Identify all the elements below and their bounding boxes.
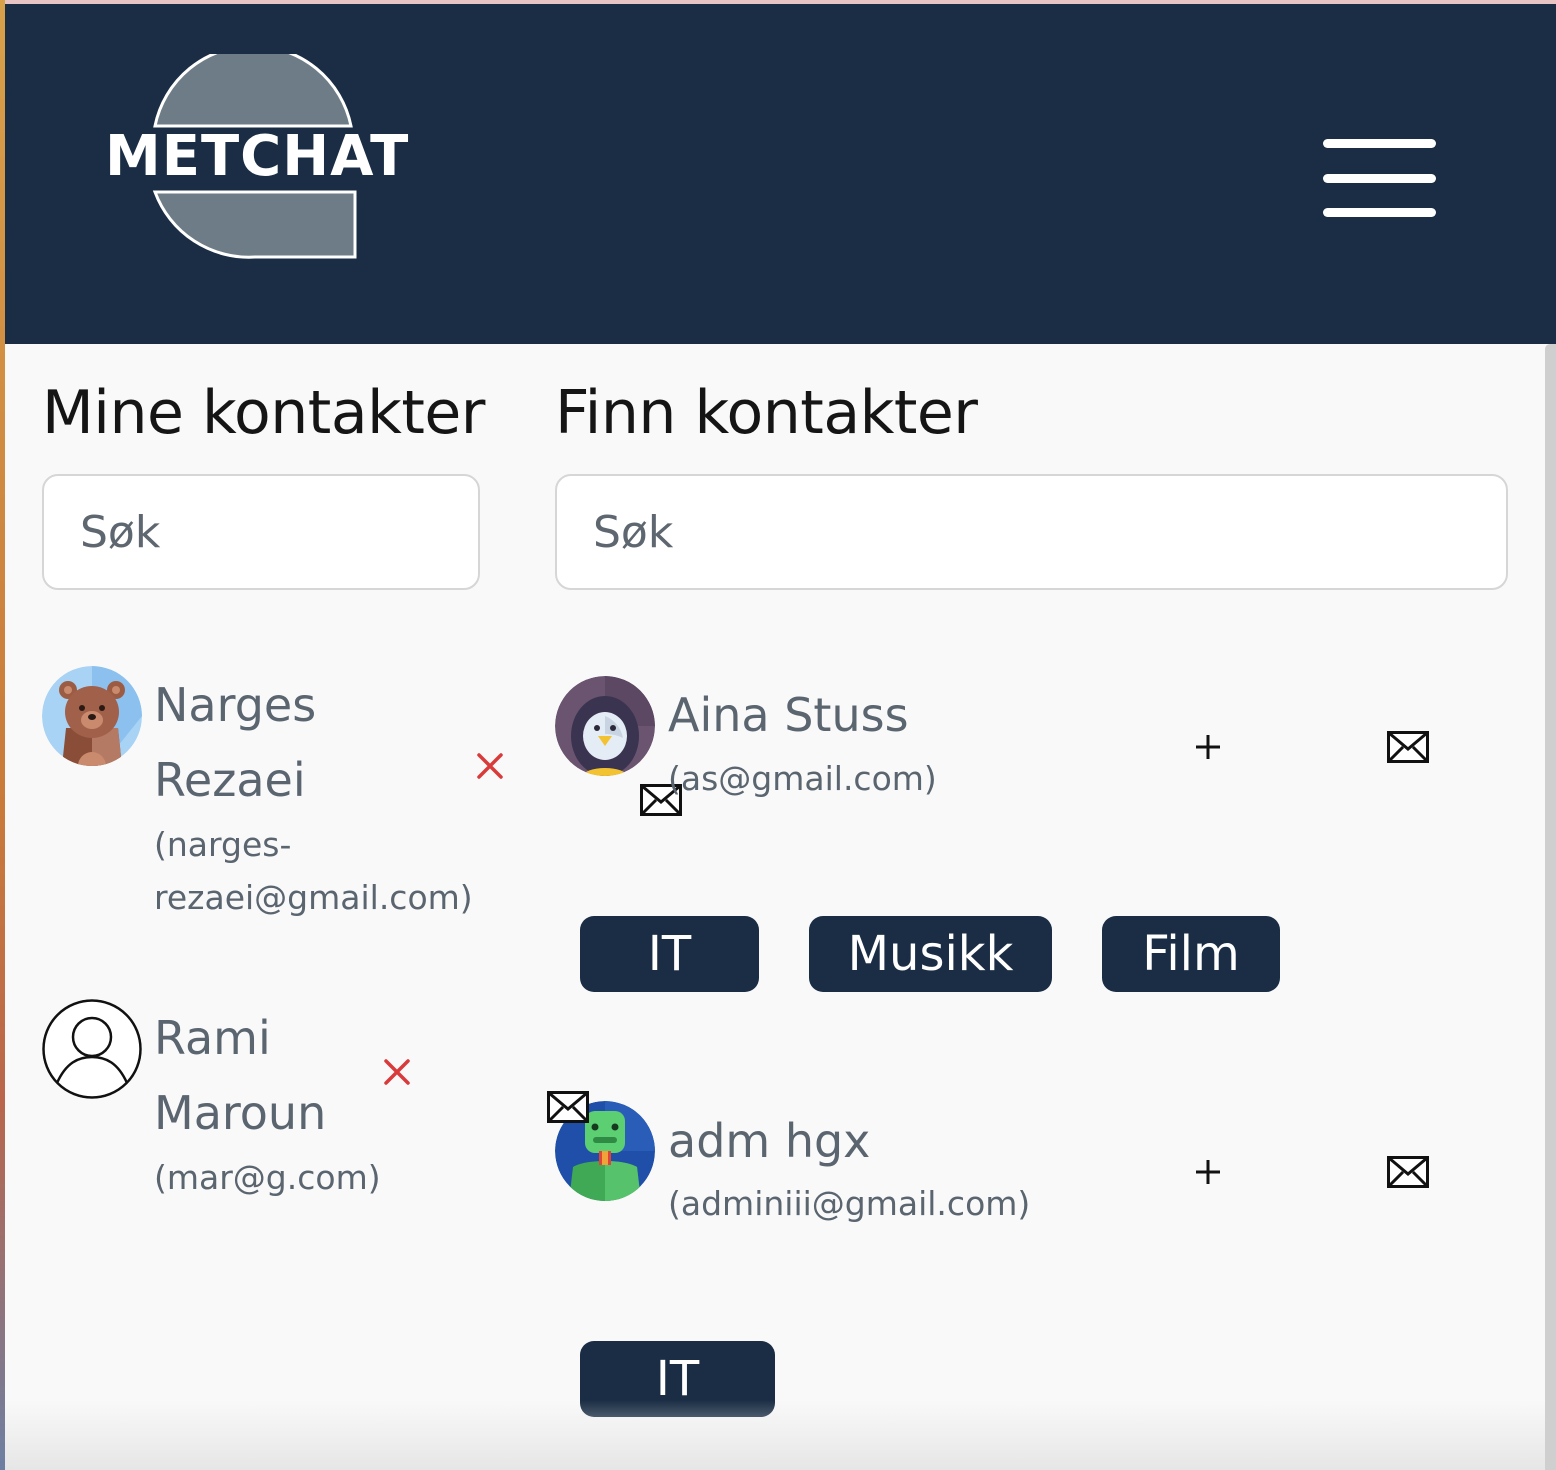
contact-email: (adminiii@gmail.com): [668, 1184, 1031, 1223]
contact-email: (narges-: [154, 825, 292, 864]
close-icon[interactable]: [475, 751, 505, 781]
contact-name-last: Maroun: [154, 1086, 327, 1140]
bottom-fade: [5, 1400, 1545, 1470]
my-contacts-search-input[interactable]: [42, 474, 480, 590]
find-contacts-title: Finn kontakter: [555, 378, 978, 448]
interest-tag[interactable]: IT: [580, 916, 759, 992]
contact-name-first: Narges: [154, 678, 317, 732]
menu-bar: [1323, 139, 1436, 148]
penguin-avatar-icon: [555, 676, 655, 776]
close-icon[interactable]: [382, 1057, 412, 1087]
interest-tag[interactable]: Musikk: [809, 916, 1052, 992]
plus-icon[interactable]: [1186, 725, 1230, 769]
envelope-icon[interactable]: [1386, 725, 1430, 769]
interest-tag[interactable]: Film: [1102, 916, 1280, 992]
menu-bar: [1323, 174, 1436, 183]
interest-tag[interactable]: IT: [580, 1341, 775, 1417]
envelope-icon[interactable]: [1386, 1150, 1430, 1194]
bear-avatar-icon: [42, 666, 142, 766]
app-header: METCHAT: [5, 4, 1556, 344]
user-outline-icon: [42, 999, 142, 1099]
contact-name-first: Rami: [154, 1011, 271, 1065]
my-contacts-title: Mine kontakter: [42, 378, 485, 448]
contact-name-last: Rezaei: [154, 753, 306, 807]
contact-email: (mar@g.com): [154, 1158, 381, 1197]
contact-name: Aina Stuss: [668, 688, 909, 742]
scrollbar[interactable]: [1545, 344, 1556, 1470]
envelope-icon[interactable]: [546, 1085, 590, 1129]
contact-email: rezaei@gmail.com): [154, 878, 473, 917]
user-outline-avatar: [42, 999, 142, 1099]
contact-email: (as@gmail.com): [668, 759, 937, 798]
metchat-logo[interactable]: METCHAT: [105, 44, 415, 264]
plus-icon[interactable]: [1186, 1150, 1230, 1194]
contact-name: adm hgx: [668, 1114, 871, 1168]
penguin-avatar: [555, 676, 655, 776]
logo-text: METCHAT: [105, 124, 410, 189]
window-left-edge: [0, 0, 5, 1470]
menu-bar: [1323, 208, 1436, 217]
find-contacts-search-input[interactable]: [555, 474, 1508, 590]
bear-avatar: [42, 666, 142, 766]
hamburger-menu-button[interactable]: [1323, 139, 1438, 219]
